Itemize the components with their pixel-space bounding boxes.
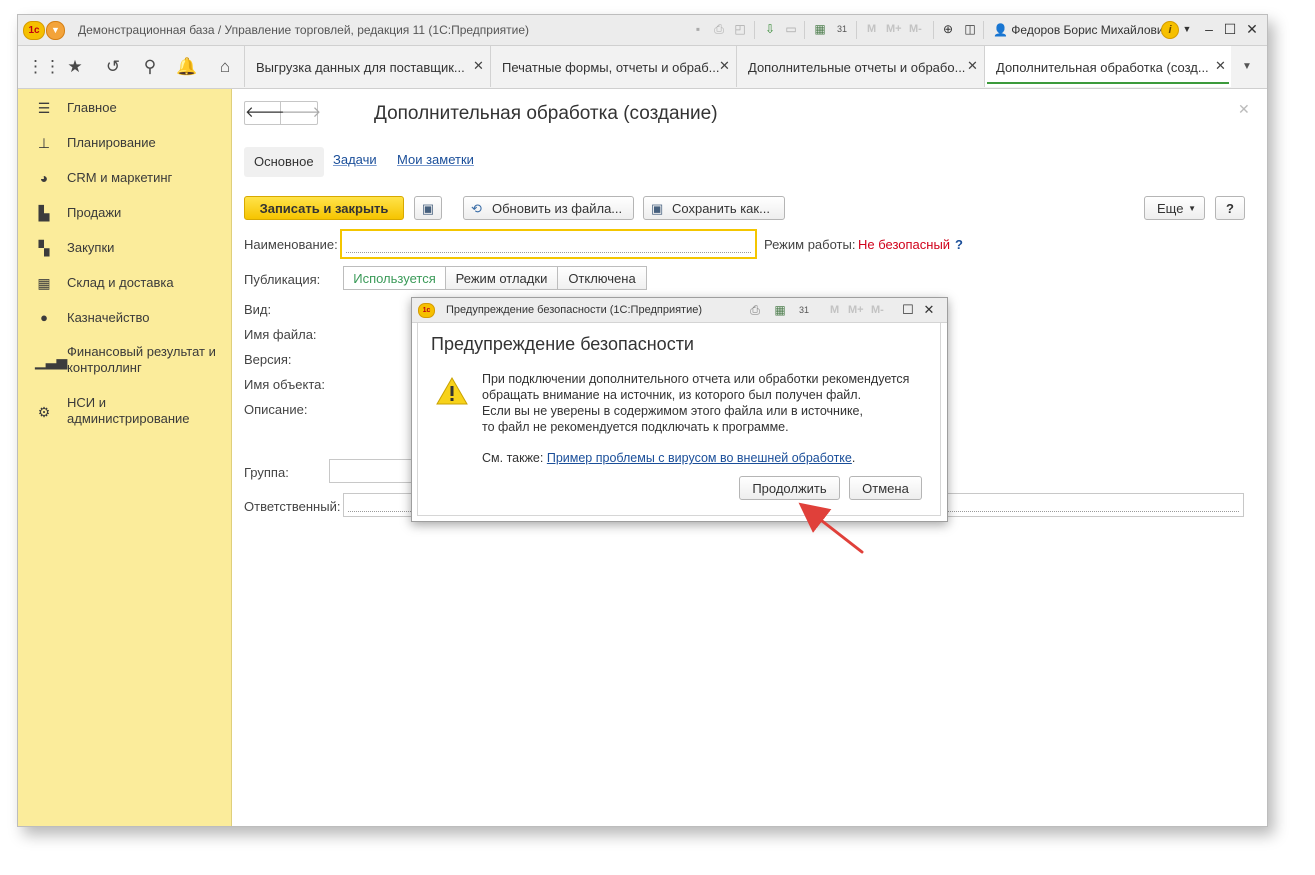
arrow-line [798,502,864,554]
annotation-arrow [798,502,864,554]
